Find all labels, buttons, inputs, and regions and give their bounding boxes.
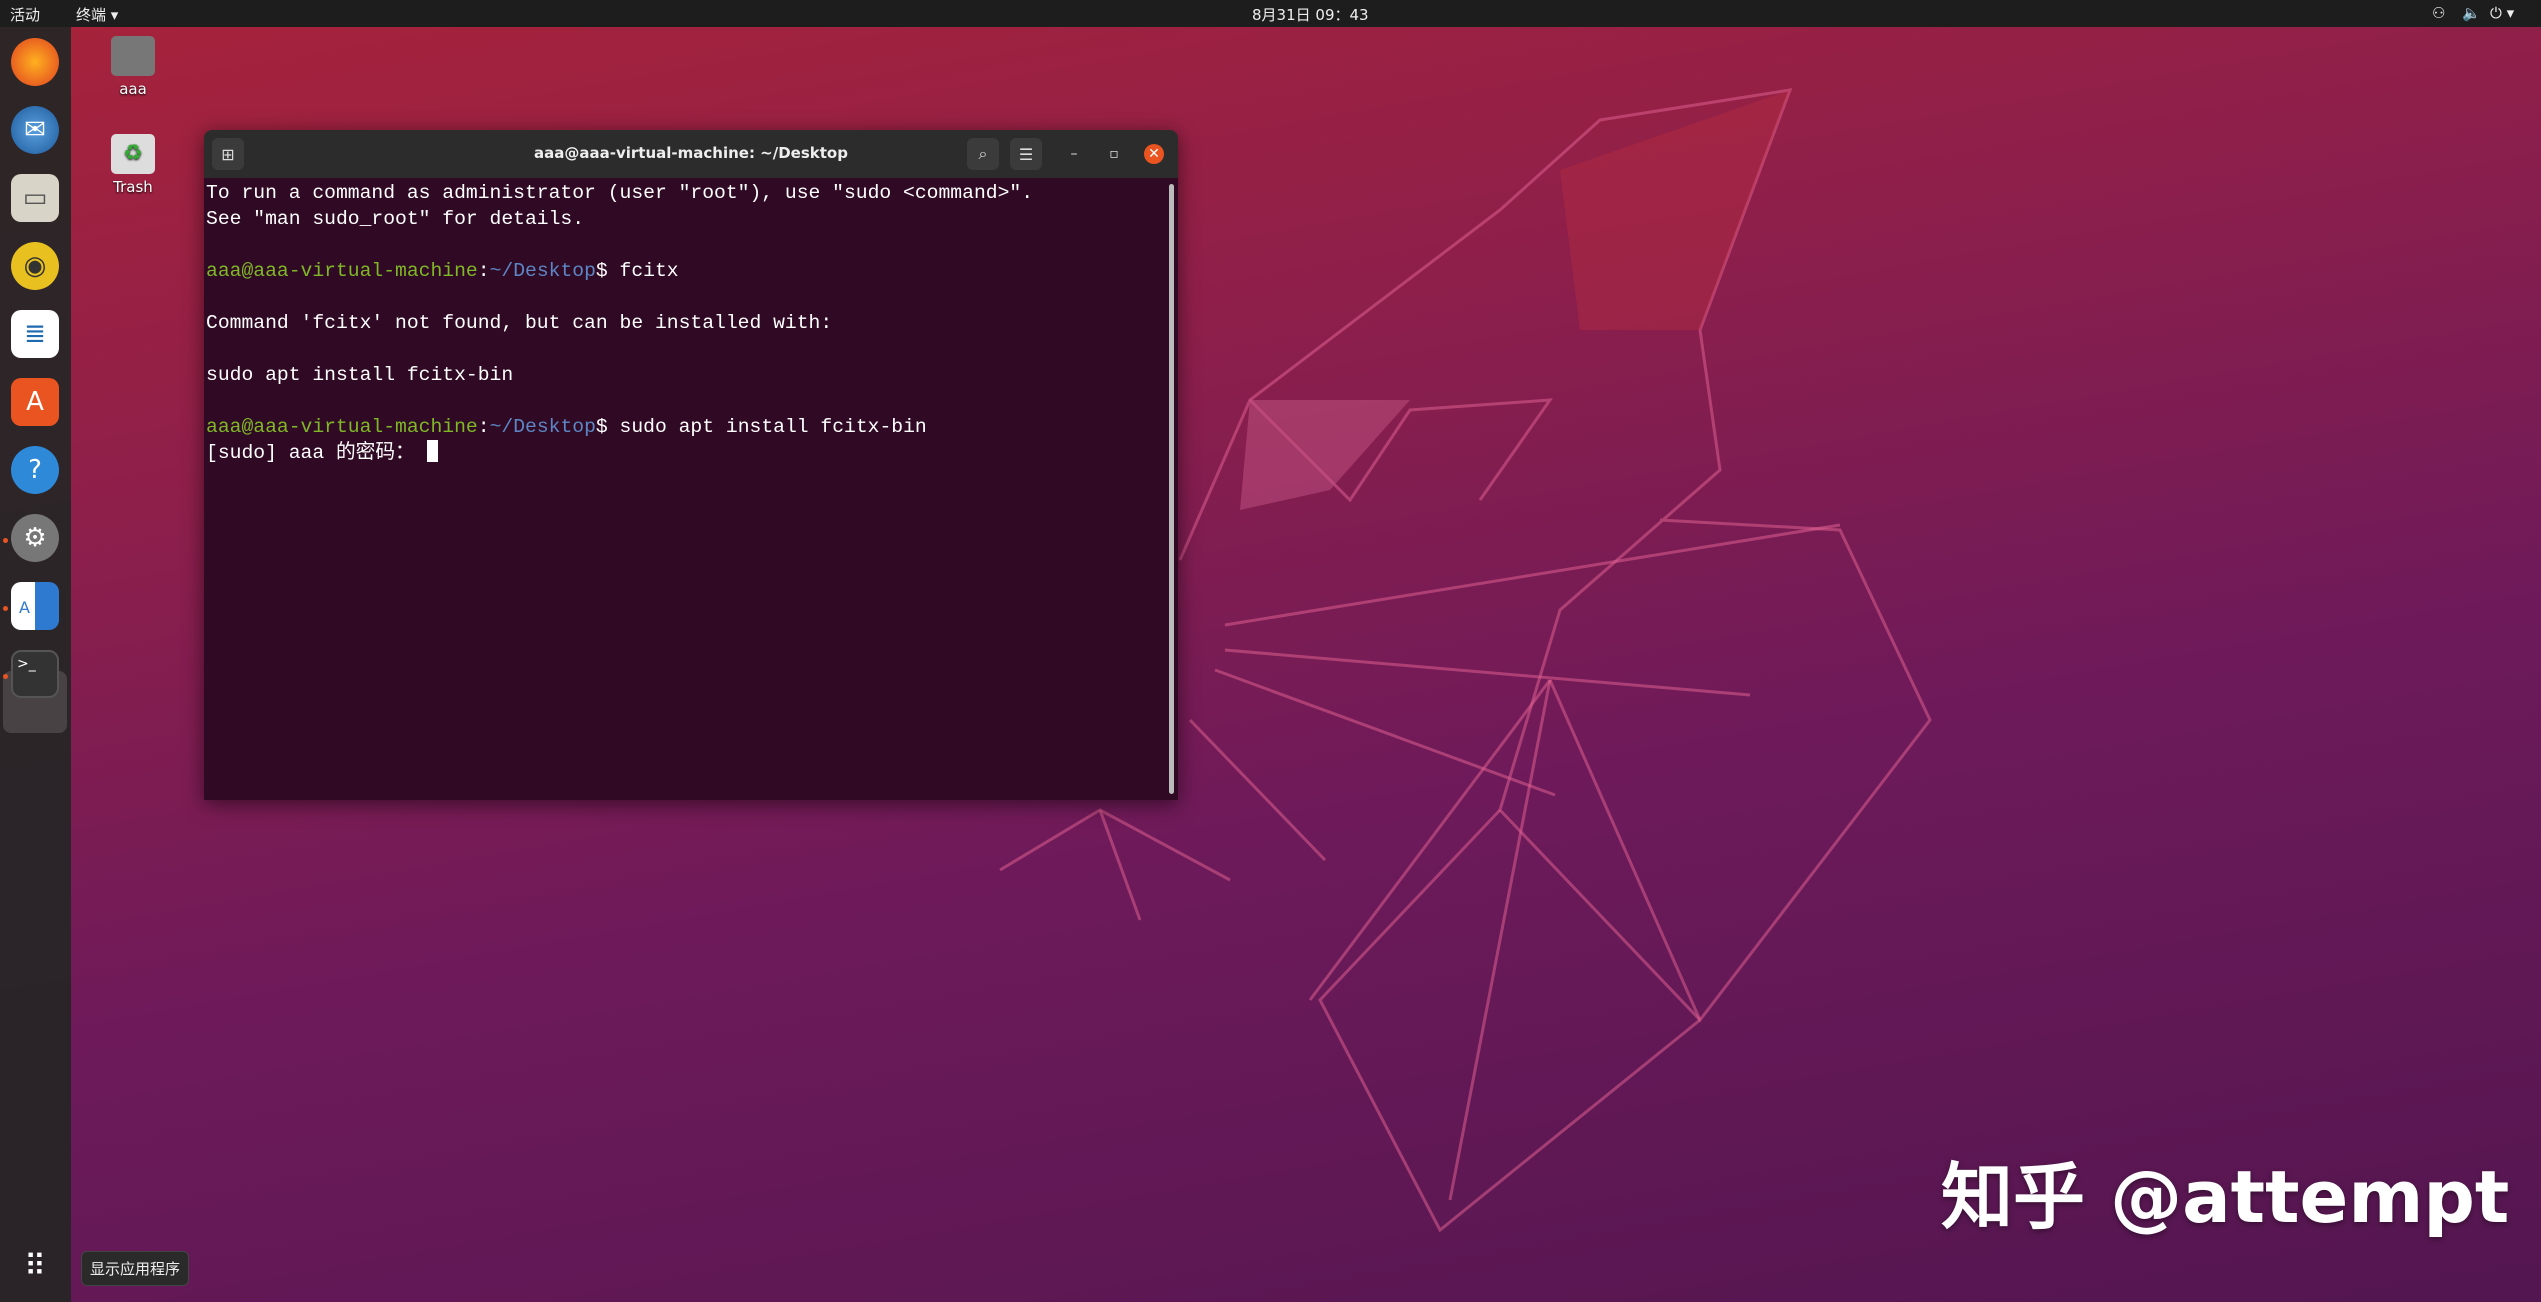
show-apps-grid-icon[interactable]: ⠿ xyxy=(11,1242,59,1290)
watermark: 知乎 @attempt xyxy=(1941,1155,2510,1239)
password-prompt: [sudo] aaa 的密码： xyxy=(206,442,427,464)
prompt-colon: : xyxy=(477,416,490,438)
trash-icon: ♻ xyxy=(111,134,155,174)
running-indicator xyxy=(3,674,8,679)
software-icon[interactable]: A xyxy=(11,378,59,426)
scrollbar[interactable] xyxy=(1169,184,1174,794)
terminal-titlebar[interactable]: ⊞ aaa@aaa-virtual-machine: ~/Desktop ⌕ ☰… xyxy=(204,130,1178,178)
firefox-icon[interactable] xyxy=(11,38,59,86)
output-line: See "man sudo_root" for details. xyxy=(206,208,585,230)
activities-button[interactable]: 活动 xyxy=(10,4,40,25)
home-folder-icon xyxy=(111,36,155,76)
output-line: Command 'fcitx' not found, but can be in… xyxy=(206,312,833,334)
desktop-icon-home[interactable]: aaa xyxy=(93,36,173,98)
menu-icon[interactable]: ☰ xyxy=(1010,138,1042,170)
prompt-user: aaa@aaa-virtual-machine xyxy=(206,416,478,438)
terminal-icon[interactable]: >_ xyxy=(11,650,59,698)
power-icon[interactable]: ⏻ ▾ xyxy=(2490,4,2514,22)
desktop-icon-trash[interactable]: ♻ Trash xyxy=(93,134,173,196)
language-icon[interactable]: A 文 xyxy=(11,582,59,630)
search-icon[interactable]: ⌕ xyxy=(967,138,999,170)
output-line: sudo apt install fcitx-bin xyxy=(206,364,514,386)
thunderbird-icon[interactable]: ✉ xyxy=(11,106,59,154)
running-indicator xyxy=(3,538,8,543)
prompt-dollar: $ xyxy=(595,260,620,282)
text-cursor xyxy=(426,440,438,462)
prompt-line: aaa@aaa-virtual-machine:~/Desktop$ fcitx xyxy=(206,258,1178,284)
desktop-icon-label: Trash xyxy=(113,178,153,196)
writer-icon[interactable]: ≣ xyxy=(11,310,59,358)
top-bar: 活动 终端 ▾ 8月31日 09：43 ⚇ 🔈 ⏻ ▾ xyxy=(0,0,2541,27)
prompt-colon: : xyxy=(477,260,490,282)
maximize-icon[interactable]: ▫ xyxy=(1104,144,1124,164)
running-indicator xyxy=(3,606,8,611)
prompt-path: ~/Desktop xyxy=(489,260,596,282)
files-icon[interactable]: ▭ xyxy=(11,174,59,222)
terminal-output[interactable]: To run a command as administrator (user … xyxy=(204,178,1178,800)
output-line: To run a command as administrator (user … xyxy=(206,182,1034,204)
close-icon[interactable]: ✕ xyxy=(1144,144,1164,164)
clock[interactable]: 8月31日 09：43 xyxy=(1252,4,1369,25)
minimize-icon[interactable]: – xyxy=(1064,144,1084,164)
dock: ✉ ▭ ◉ ≣ A ? ⚙ A 文 >_ ⠿ xyxy=(0,27,71,1302)
prompt-line: aaa@aaa-virtual-machine:~/Desktop$ sudo … xyxy=(206,414,1178,440)
show-apps-tooltip: 显示应用程序 xyxy=(81,1251,190,1286)
app-menu-terminal[interactable]: 终端 ▾ xyxy=(76,4,118,25)
password-prompt-line: [sudo] aaa 的密码： xyxy=(206,440,1178,466)
desktop-icon-label: aaa xyxy=(119,80,147,98)
help-icon[interactable]: ? xyxy=(11,446,59,494)
settings-icon[interactable]: ⚙ xyxy=(11,514,59,562)
prompt-dollar: $ xyxy=(595,416,620,438)
terminal-window: ⊞ aaa@aaa-virtual-machine: ~/Desktop ⌕ ☰… xyxy=(204,130,1178,800)
command: fcitx xyxy=(619,260,679,282)
rhythmbox-icon[interactable]: ◉ xyxy=(11,242,59,290)
command: sudo apt install fcitx-bin xyxy=(619,416,927,438)
volume-icon[interactable]: 🔈 xyxy=(2462,4,2481,22)
prompt-user: aaa@aaa-virtual-machine xyxy=(206,260,478,282)
prompt-path: ~/Desktop xyxy=(489,416,596,438)
network-icon[interactable]: ⚇ xyxy=(2432,4,2445,22)
